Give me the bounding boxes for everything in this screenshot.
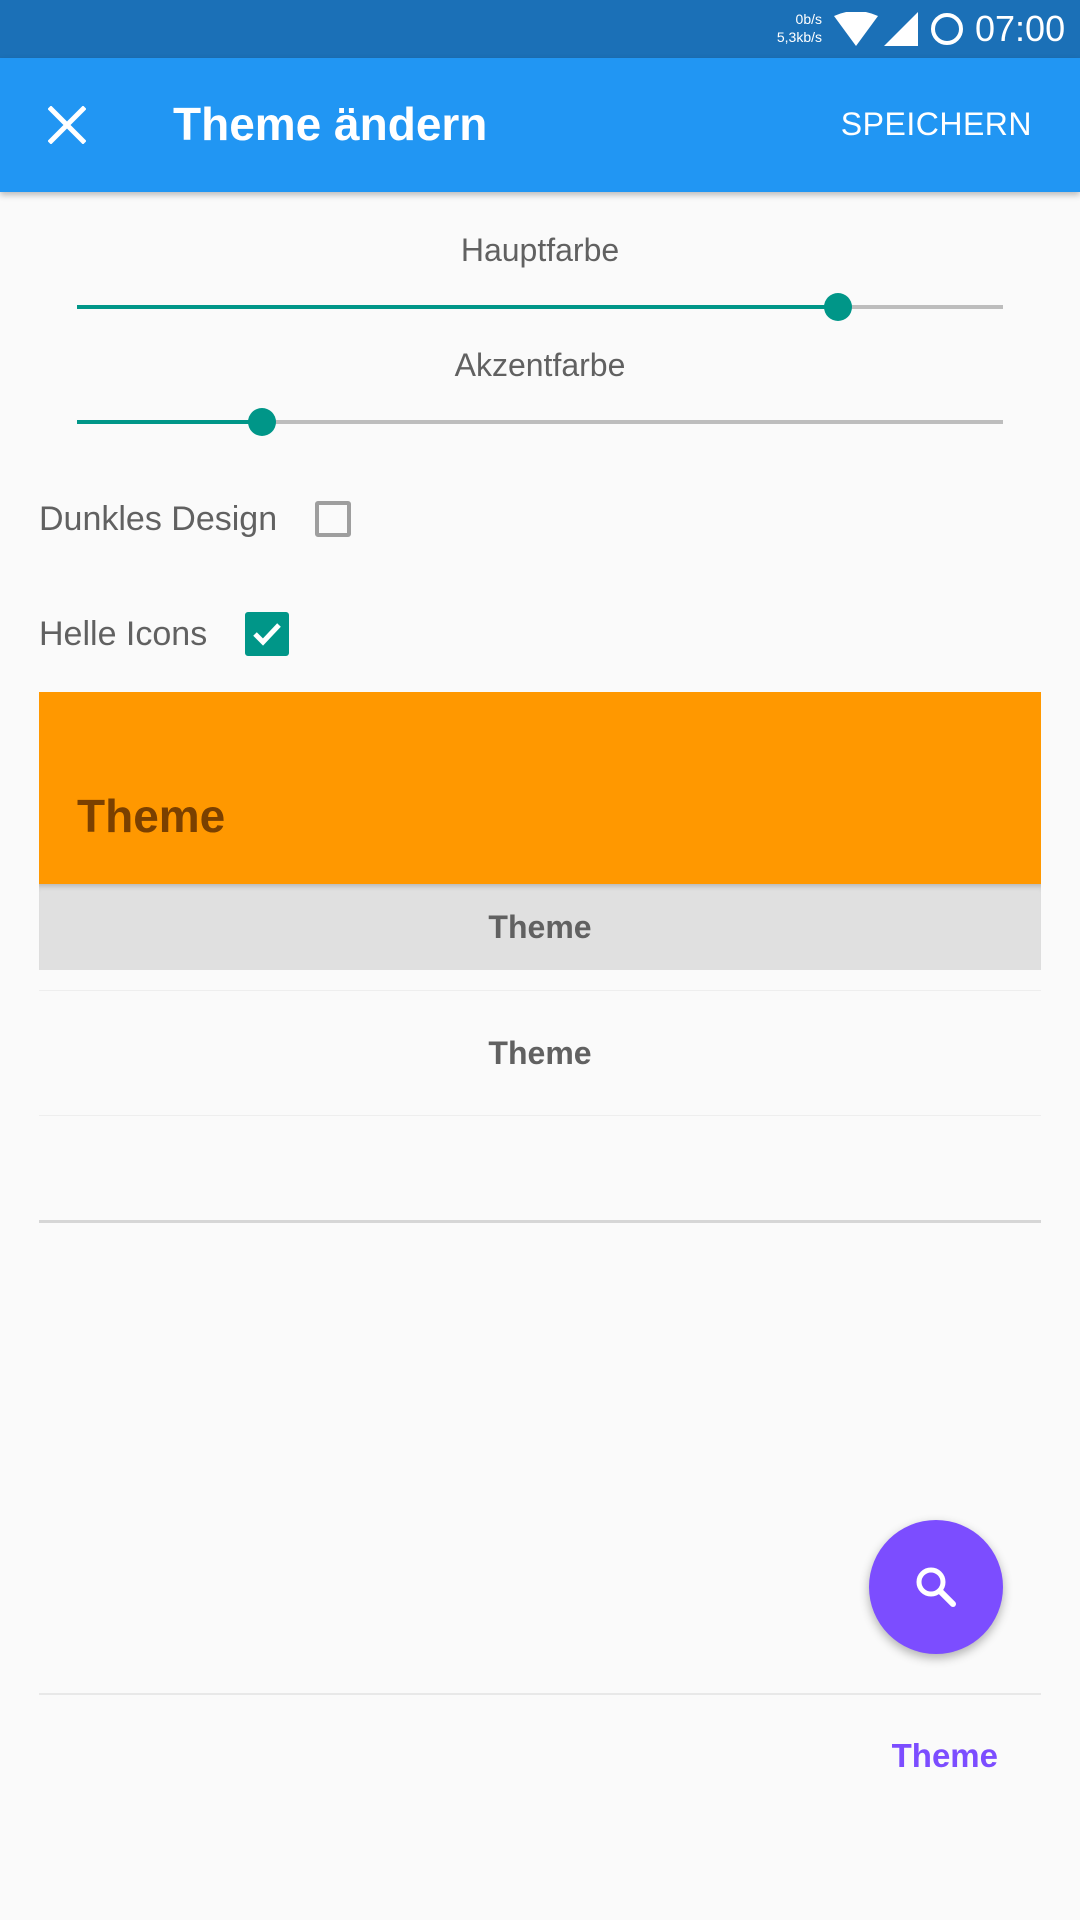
light-icons-label: Helle Icons: [39, 615, 208, 653]
slider-fill: [77, 420, 263, 424]
preview-tab: Theme: [39, 884, 1041, 970]
cell-signal-icon: [884, 12, 918, 46]
preview-list-item: Theme: [39, 990, 1041, 1116]
preview-app-bar: Theme: [39, 692, 1041, 884]
preview-divider: [39, 1220, 1041, 1223]
save-button[interactable]: SPEICHERN: [841, 104, 1032, 144]
close-button[interactable]: [30, 88, 104, 162]
preview-title: Theme: [77, 790, 226, 842]
network-speed: 0b/s 5,3kb/s: [777, 10, 822, 46]
dark-design-checkbox[interactable]: [315, 501, 352, 537]
primary-color-label: Hauptfarbe: [460, 232, 620, 268]
search-fab[interactable]: [869, 1520, 1003, 1654]
slider-thumb[interactable]: [248, 408, 277, 436]
dark-design-option: Dunkles Design: [39, 489, 352, 549]
bottom-divider: [39, 1693, 1041, 1695]
clock: 07:00: [975, 8, 1066, 49]
slider-fill: [77, 305, 839, 309]
dark-design-label: Dunkles Design: [39, 500, 278, 538]
wifi-icon: [834, 12, 878, 46]
preview-link[interactable]: Theme: [892, 1734, 998, 1778]
accent-color-slider[interactable]: [77, 407, 1003, 437]
light-icons-option: Helle Icons: [39, 604, 290, 664]
primary-color-slider[interactable]: [77, 292, 1003, 322]
page-title: Theme ändern: [173, 98, 488, 150]
status-bar: 0b/s 5,3kb/s 07:00: [0, 0, 1080, 58]
search-icon: [916, 1567, 956, 1607]
app-bar: Theme ändern SPEICHERN: [0, 58, 1080, 192]
close-icon: [48, 106, 86, 144]
download-speed: 5,3kb/s: [776, 29, 822, 45]
upload-speed: 0b/s: [795, 11, 822, 27]
ring-icon: [931, 13, 963, 45]
accent-color-label: Akzentfarbe: [454, 347, 626, 383]
light-icons-checkbox[interactable]: [245, 612, 290, 656]
check-icon: [253, 623, 282, 646]
slider-thumb[interactable]: [824, 293, 853, 321]
